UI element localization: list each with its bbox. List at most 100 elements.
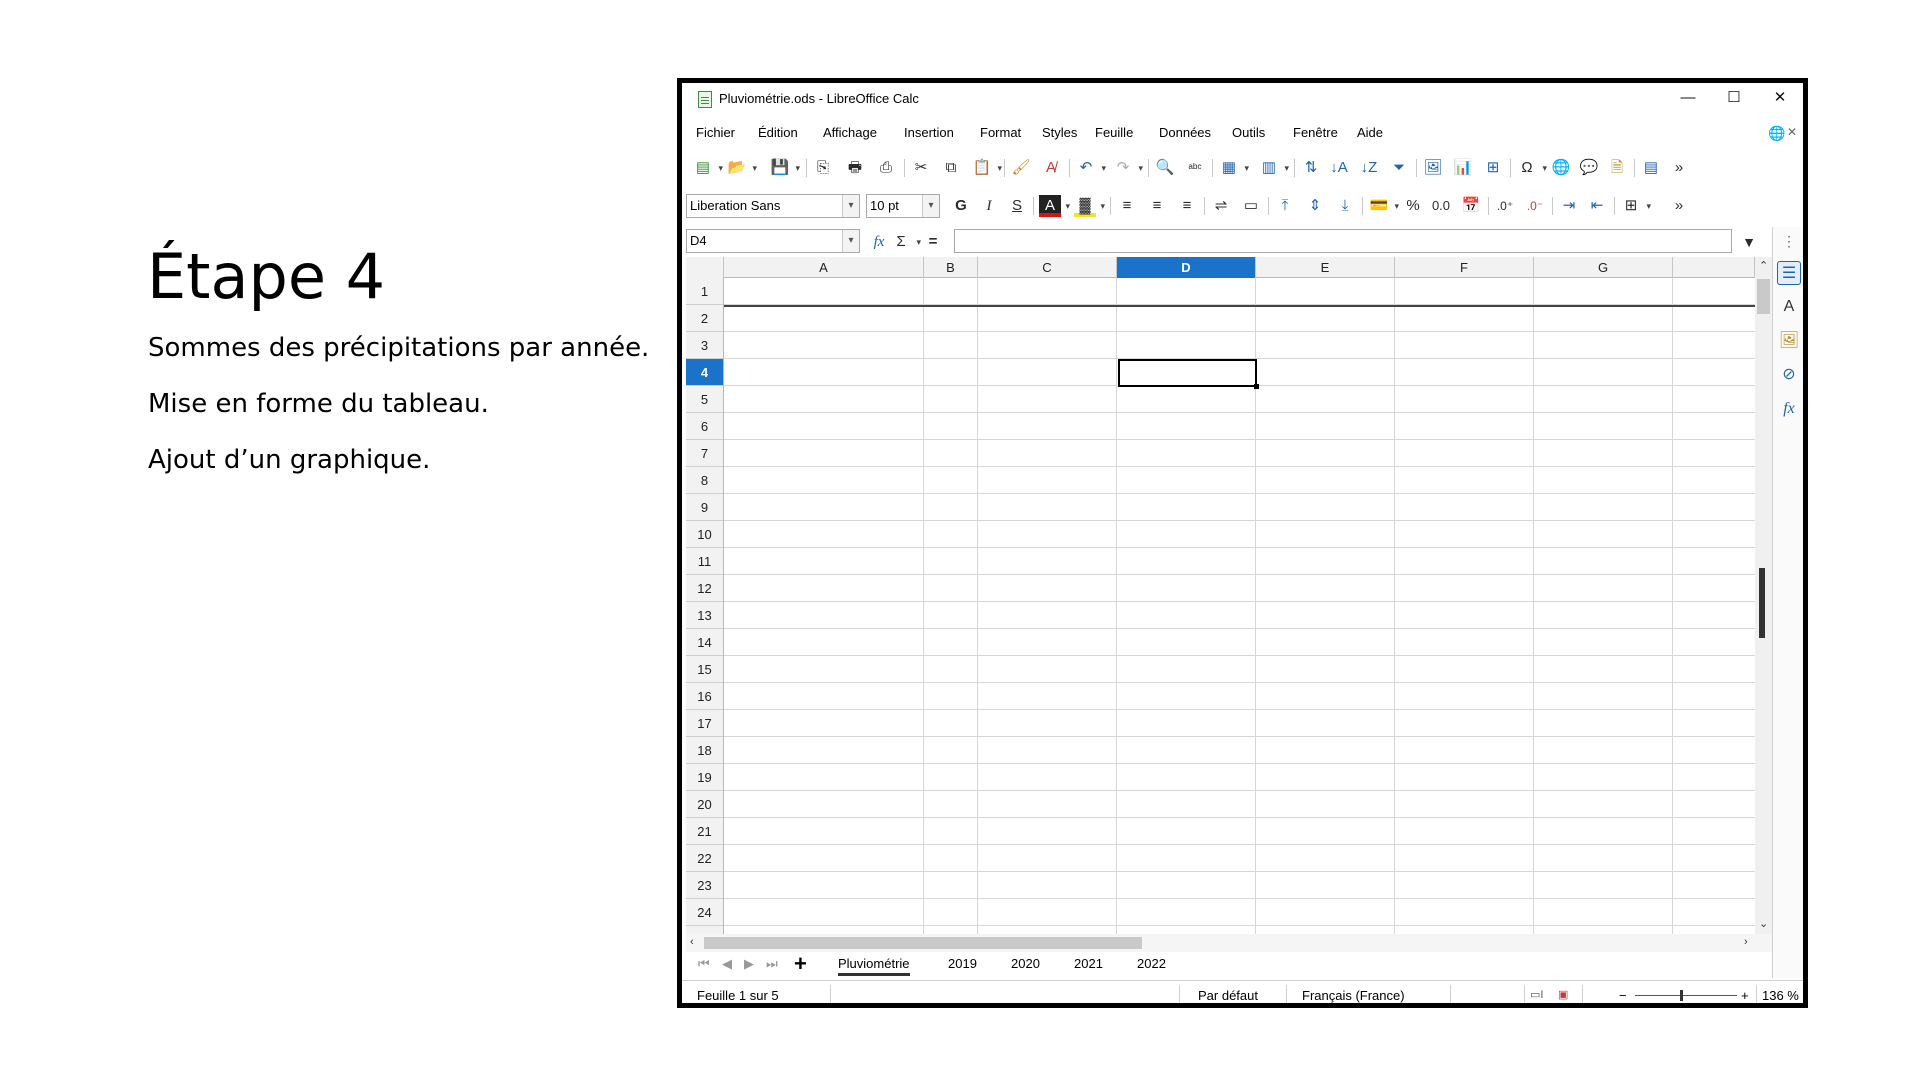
- borders-icon[interactable]: ⊞: [1620, 195, 1651, 217]
- column-header[interactable]: G: [1534, 257, 1673, 278]
- sum-button[interactable]: Σ: [890, 231, 921, 253]
- find-replace-icon[interactable]: 🔍: [1154, 157, 1176, 179]
- font-size-combobox[interactable]: 10 pt ▾: [866, 194, 940, 218]
- row-header[interactable]: 7: [686, 440, 723, 467]
- bold-button[interactable]: G: [950, 195, 972, 217]
- row-header[interactable]: 12: [686, 575, 723, 602]
- hyperlink-icon[interactable]: 🌐: [1550, 157, 1572, 179]
- row-header[interactable]: 14: [686, 629, 723, 656]
- scroll-down-icon[interactable]: ⌄: [1759, 917, 1768, 930]
- scroll-up-icon[interactable]: ⌃: [1759, 259, 1768, 272]
- more-toolbar-icon[interactable]: »: [1668, 157, 1690, 179]
- row-header[interactable]: 8: [686, 467, 723, 494]
- gallery-icon[interactable]: 🖼: [1777, 329, 1801, 353]
- sidebar-collapse-handle[interactable]: [1759, 568, 1765, 638]
- currency-format-icon[interactable]: 💳: [1368, 195, 1399, 217]
- menu-edition[interactable]: Édition: [758, 125, 798, 140]
- vertical-scroll-thumb[interactable]: [1757, 279, 1770, 314]
- insert-chart-icon[interactable]: 📊: [1452, 157, 1474, 179]
- comment-icon[interactable]: 💬: [1578, 157, 1600, 179]
- align-center-icon[interactable]: ≡: [1146, 195, 1168, 217]
- italic-button[interactable]: I: [978, 195, 1000, 217]
- cut-icon[interactable]: ✂: [910, 157, 932, 179]
- spreadsheet-grid[interactable]: A B C D E F G 1 2 3 4 5 6 7 8 9 10 11 12 13 14 15 16 17 1…: [686, 257, 1755, 934]
- row-header[interactable]: 23: [686, 872, 723, 899]
- menu-donnees[interactable]: Données: [1159, 125, 1211, 140]
- row-header[interactable]: 9: [686, 494, 723, 521]
- menu-insertion[interactable]: Insertion: [904, 125, 954, 140]
- menu-styles[interactable]: Styles: [1042, 125, 1077, 140]
- highlight-color-icon[interactable]: ▓: [1074, 195, 1105, 217]
- clear-formatting-icon[interactable]: A̸: [1040, 157, 1062, 179]
- font-color-icon[interactable]: A: [1039, 195, 1070, 217]
- formula-equals-button[interactable]: =: [922, 231, 944, 253]
- row-header[interactable]: 18: [686, 737, 723, 764]
- sheet-tab[interactable]: 2019: [948, 956, 977, 971]
- row-header[interactable]: 6: [686, 413, 723, 440]
- row-header[interactable]: 15: [686, 656, 723, 683]
- headers-footers-icon[interactable]: 🗎: [1606, 157, 1628, 179]
- export-pdf-icon[interactable]: ⎘: [812, 157, 834, 179]
- insert-image-icon[interactable]: 🖼: [1422, 157, 1444, 179]
- save-icon[interactable]: 💾: [769, 157, 800, 179]
- zoom-level[interactable]: 136 %: [1762, 988, 1799, 1003]
- close-document-icon[interactable]: ✕: [1787, 125, 1797, 139]
- open-folder-icon[interactable]: 📂: [726, 157, 757, 179]
- sort-ascending-icon[interactable]: ↓A: [1328, 157, 1350, 179]
- row-header-active[interactable]: 4: [686, 359, 723, 386]
- row-header[interactable]: 1: [686, 278, 723, 305]
- increase-indent-icon[interactable]: ⇥: [1558, 195, 1580, 217]
- menu-aide[interactable]: Aide: [1357, 125, 1383, 140]
- menu-affichage[interactable]: Affichage: [823, 125, 877, 140]
- first-sheet-icon[interactable]: ⏮: [698, 956, 710, 972]
- column-header[interactable]: B: [924, 257, 978, 278]
- column-header[interactable]: E: [1256, 257, 1395, 278]
- next-sheet-icon[interactable]: ▶: [744, 956, 754, 972]
- percent-format-button[interactable]: %: [1402, 195, 1424, 217]
- select-all-corner[interactable]: [686, 257, 724, 278]
- date-format-icon[interactable]: 📅: [1460, 195, 1482, 217]
- row-header[interactable]: 22: [686, 845, 723, 872]
- horizontal-scroll-thumb[interactable]: [704, 937, 1142, 949]
- sidebar-menu-icon[interactable]: ⋮: [1777, 229, 1801, 253]
- chevron-down-icon[interactable]: ▾: [922, 195, 939, 217]
- row-header[interactable]: 20: [686, 791, 723, 818]
- row-header[interactable]: 24: [686, 899, 723, 926]
- underline-button[interactable]: S: [1006, 195, 1028, 217]
- row-header[interactable]: 2: [686, 305, 723, 332]
- align-bottom-icon[interactable]: ⤓: [1334, 195, 1356, 217]
- row-header[interactable]: 11: [686, 548, 723, 575]
- row-header[interactable]: 19: [686, 764, 723, 791]
- row-header[interactable]: 21: [686, 818, 723, 845]
- add-sheet-button[interactable]: +: [794, 952, 807, 976]
- row-header[interactable]: 17: [686, 710, 723, 737]
- maximize-button[interactable]: ☐: [1711, 83, 1757, 113]
- align-top-icon[interactable]: ⤒: [1274, 195, 1296, 217]
- print-preview-icon[interactable]: ⎙: [875, 157, 897, 179]
- zoom-in-button[interactable]: +: [1741, 988, 1749, 1003]
- column-header-partial[interactable]: [1673, 257, 1755, 278]
- column-header[interactable]: C: [978, 257, 1117, 278]
- name-box[interactable]: D4 ▾: [686, 229, 860, 253]
- scroll-right-icon[interactable]: ›: [1744, 936, 1748, 948]
- print-icon[interactable]: 🖶: [844, 157, 866, 179]
- column-header-active[interactable]: D: [1117, 257, 1256, 278]
- row-header[interactable]: 10: [686, 521, 723, 548]
- zoom-slider-thumb[interactable]: [1680, 990, 1683, 1001]
- menu-format[interactable]: Format: [980, 125, 1021, 140]
- properties-icon[interactable]: ☰: [1777, 261, 1801, 285]
- number-format-button[interactable]: 0.0: [1430, 195, 1452, 217]
- sheet-tab[interactable]: 2020: [1011, 956, 1040, 971]
- sort-icon[interactable]: ⇅: [1300, 157, 1322, 179]
- align-left-icon[interactable]: ≡: [1116, 195, 1138, 217]
- redo-icon[interactable]: ↷: [1112, 157, 1143, 179]
- close-button[interactable]: ✕: [1757, 83, 1803, 113]
- styles-icon[interactable]: A: [1777, 295, 1801, 319]
- menu-outils[interactable]: Outils: [1232, 125, 1265, 140]
- selection-mode-icon[interactable]: ▭I: [1530, 988, 1543, 1001]
- paste-icon[interactable]: 📋: [971, 157, 1002, 179]
- autofilter-icon[interactable]: ⏷: [1388, 157, 1410, 179]
- last-sheet-icon[interactable]: ⏭: [766, 956, 778, 972]
- sheet-tab[interactable]: 2022: [1137, 956, 1166, 971]
- row-icon[interactable]: ▦: [1218, 157, 1249, 179]
